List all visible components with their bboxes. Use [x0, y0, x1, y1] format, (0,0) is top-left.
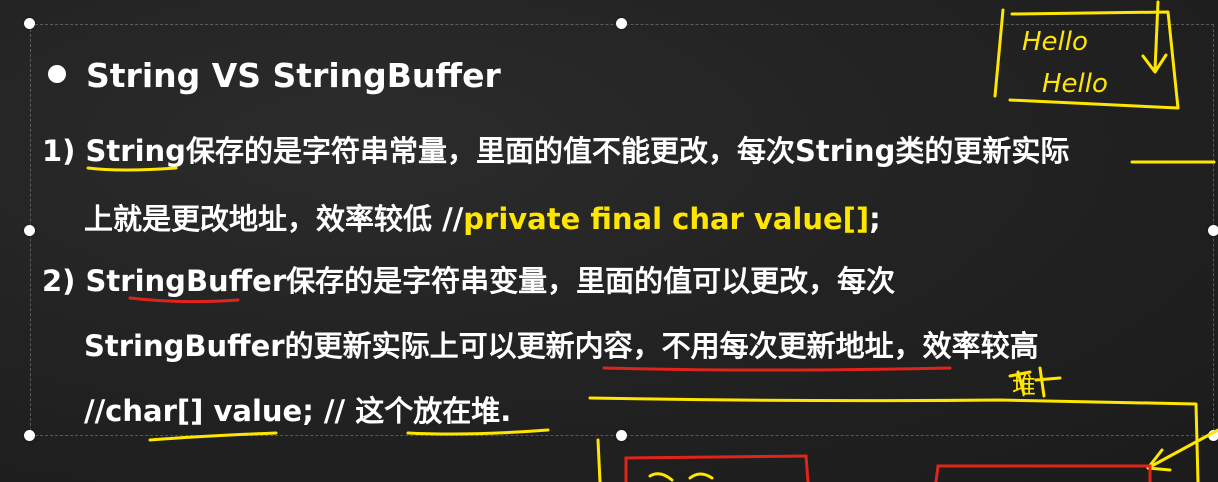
resize-handle-middle-left[interactable] — [24, 225, 35, 236]
ink-red-box-left — [624, 454, 810, 482]
item2-line1: 2) StringBuffer保存的是字符串变量，里面的值可以更改，每次 — [42, 258, 895, 300]
resize-handle-bottom-right[interactable] — [1208, 430, 1218, 441]
item2-line3: //char[] value; // 这个放在堆. — [84, 388, 511, 430]
item2-number: 2) — [42, 264, 76, 298]
item1-line1-text: String保存的是字符串常量，里面的值不能更改，每次String类的更新实际 — [85, 134, 1070, 168]
resize-handle-top-middle[interactable] — [616, 18, 627, 29]
resize-handle-top-left[interactable] — [24, 18, 35, 29]
bullet-dot-icon — [48, 65, 66, 83]
item2-line2-text: StringBuffer的更新实际上可以更新内容，不用每次更新地址，效率较高 — [84, 329, 1039, 363]
item2-line1-text: StringBuffer保存的是字符串变量，里面的值可以更改，每次 — [85, 264, 896, 298]
resize-handle-middle-right[interactable] — [1208, 225, 1218, 236]
resize-handle-bottom-middle[interactable] — [616, 430, 627, 441]
slide-canvas: String VS StringBuffer 1) String保存的是字符串常… — [0, 0, 1218, 482]
ink-vertical-left — [596, 438, 602, 482]
item1-line1: 1) String保存的是字符串常量，里面的值不能更改，每次String类的更新… — [42, 128, 1069, 170]
slide-title: String VS StringBuffer — [48, 56, 501, 95]
ink-red-box-right — [934, 464, 1152, 482]
item1-line2: 上就是更改地址，效率较低 //private final char value[… — [84, 196, 881, 238]
item1-number: 1) — [42, 134, 76, 168]
item1-code-snippet: private final char value[] — [463, 202, 870, 236]
resize-handle-bottom-left[interactable] — [24, 430, 35, 441]
ink-scribble-bottom — [648, 472, 714, 482]
item1-line2-prefix: 上就是更改地址，效率较低 // — [84, 202, 464, 236]
slide-title-text: String VS StringBuffer — [86, 56, 501, 95]
item2-line3-text: //char[] value; // 这个放在堆. — [84, 394, 512, 428]
item1-line2-suffix: ; — [869, 202, 881, 236]
item2-line2: StringBuffer的更新实际上可以更新内容，不用每次更新地址，效率较高 — [84, 323, 1039, 365]
